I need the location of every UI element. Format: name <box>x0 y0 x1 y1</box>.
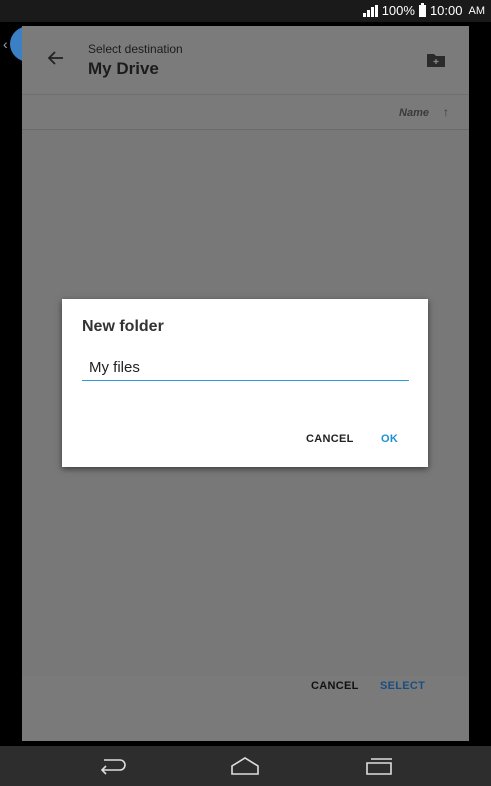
status-bar: 100% 10:00 AM <box>0 0 491 22</box>
sort-ascending-icon[interactable]: ↑ <box>443 105 449 119</box>
clock: 10:00 <box>429 3 463 18</box>
battery-icon <box>418 2 426 17</box>
nav-home-icon[interactable] <box>229 755 261 777</box>
signal-icon <box>362 4 378 17</box>
chevron-left-icon: ‹ <box>3 36 8 52</box>
page-title: My Drive <box>88 59 159 78</box>
nav-back-icon[interactable] <box>96 755 128 777</box>
battery-percent: 100% <box>381 3 415 18</box>
sort-row: Name ↑ <box>22 94 469 130</box>
dialog-ok-button[interactable]: OK <box>381 433 398 445</box>
picker-header: Select destination My Drive <box>22 26 469 94</box>
select-button[interactable]: SELECT <box>380 680 425 692</box>
status-indicators: 100% 10:00 AM <box>362 2 486 18</box>
back-arrow-icon[interactable] <box>46 48 66 68</box>
dialog-cancel-button[interactable]: CANCEL <box>306 433 354 445</box>
new-folder-icon[interactable] <box>427 53 445 67</box>
nav-recents-icon[interactable] <box>363 755 395 777</box>
header-subtitle: Select destination <box>88 42 183 56</box>
system-nav-bar <box>0 746 491 786</box>
dialog-title: New folder <box>82 318 164 335</box>
cancel-button[interactable]: CANCEL <box>311 680 359 692</box>
sort-by-name-button[interactable]: Name <box>399 107 429 119</box>
folder-name-input[interactable] <box>82 355 409 381</box>
clock-ampm: AM <box>468 4 486 17</box>
new-folder-dialog: New folder CANCEL OK <box>62 299 428 467</box>
